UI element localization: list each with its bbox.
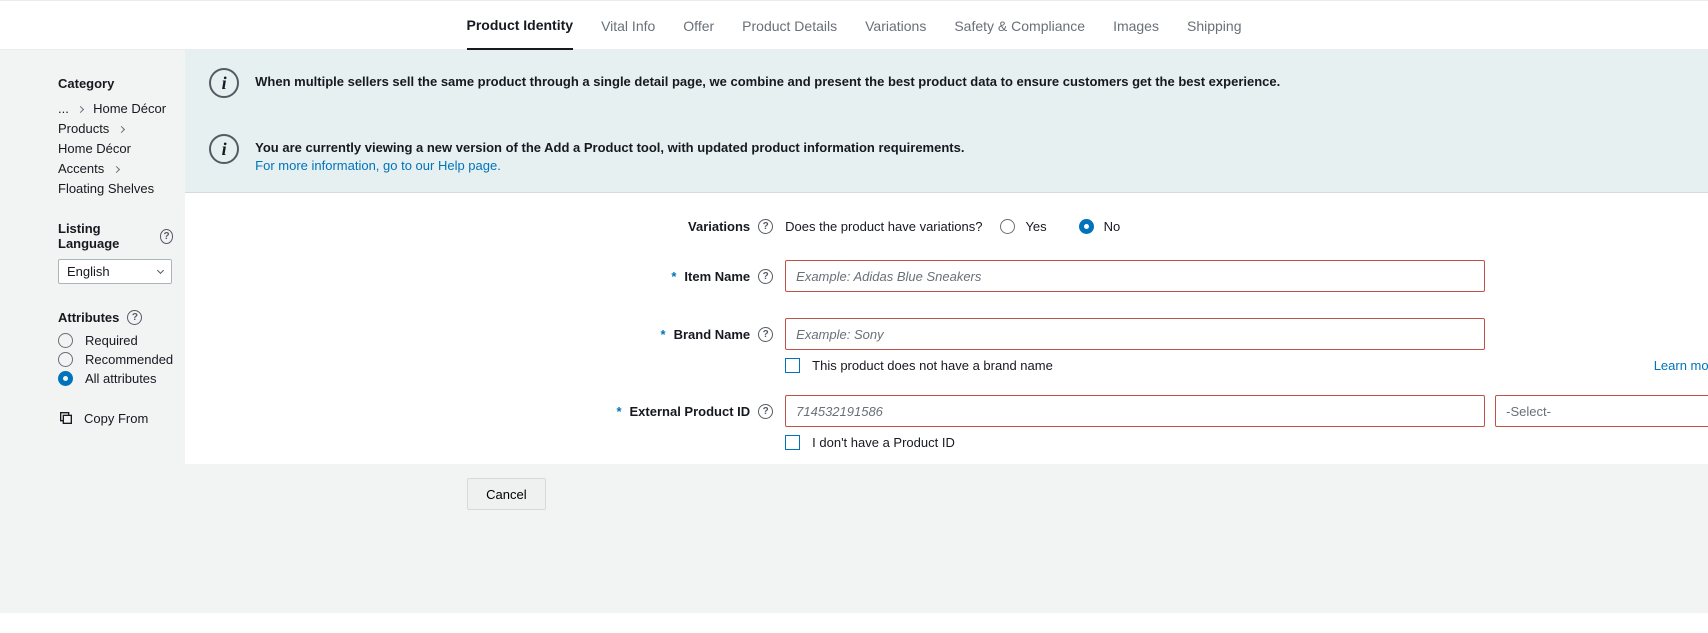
listing-language-label: Listing Language (58, 221, 152, 251)
radio-checked-icon (1079, 219, 1094, 234)
info-icon: i (209, 68, 239, 98)
help-icon[interactable]: ? (127, 310, 142, 325)
radio-icon (58, 333, 73, 348)
brand-name-label: Brand Name (674, 327, 751, 342)
external-product-id-label: External Product ID (630, 404, 751, 419)
item-name-input[interactable] (785, 260, 1485, 292)
attr-opt-all[interactable]: All attributes (58, 371, 173, 386)
category-heading: Category (58, 76, 173, 91)
crumb-ellipsis[interactable]: ... (58, 101, 69, 116)
variations-prompt: Does the product have variations? (785, 219, 982, 234)
variations-no[interactable]: No (1079, 219, 1121, 234)
copy-from-button[interactable]: Copy From (58, 410, 173, 426)
tab-vital-info[interactable]: Vital Info (601, 1, 655, 51)
help-icon[interactable]: ? (758, 219, 773, 234)
tab-offer[interactable]: Offer (683, 1, 714, 51)
radio-checked-icon (58, 371, 73, 386)
crumb-floating-shelves: Floating Shelves (58, 181, 154, 196)
required-star: * (661, 327, 666, 342)
crumb-home-decor-accents[interactable]: Home Décor Accents (58, 141, 131, 176)
attr-opt-label: Recommended (85, 352, 173, 367)
info-icon: i (209, 134, 239, 164)
attr-opt-label: All attributes (85, 371, 157, 386)
info-banner-1-text: When multiple sellers sell the same prod… (255, 68, 1708, 91)
brand-policy-link[interactable]: Learn more about brand name policy (1654, 358, 1708, 373)
listing-language-value: English (67, 264, 110, 279)
breadcrumb: ... Home Décor Products Home Décor Accen… (58, 99, 173, 199)
variations-label: Variations (688, 219, 750, 234)
copy-icon (58, 410, 74, 426)
variations-no-label: No (1104, 219, 1121, 234)
radio-icon (58, 352, 73, 367)
required-star: * (616, 404, 621, 419)
attributes-label: Attributes (58, 310, 119, 325)
external-product-id-input[interactable] (785, 395, 1485, 427)
sidebar: Category ... Home Décor Products Home Dé… (0, 50, 185, 613)
tabs-bar: Product Identity Vital Info Offer Produc… (0, 0, 1708, 50)
tab-product-identity[interactable]: Product Identity (467, 1, 574, 51)
radio-icon (1000, 219, 1015, 234)
footer-bar: Cancel Save as draft Continue (185, 464, 1708, 524)
no-brand-checkbox[interactable] (785, 358, 800, 373)
tab-images[interactable]: Images (1113, 1, 1159, 51)
attr-opt-label: Required (85, 333, 138, 348)
info-banner-2: i You are currently viewing a new versio… (185, 116, 1708, 192)
external-product-id-type-value: -Select- (1506, 404, 1551, 419)
variations-yes-label: Yes (1025, 219, 1046, 234)
main-panel: i When multiple sellers sell the same pr… (185, 50, 1708, 613)
crumb-home-decor-products[interactable]: Home Décor Products (58, 101, 166, 136)
tab-product-details[interactable]: Product Details (742, 1, 837, 51)
tab-safety-compliance[interactable]: Safety & Compliance (954, 1, 1085, 51)
no-brand-label: This product does not have a brand name (812, 358, 1053, 373)
no-product-id-checkbox[interactable] (785, 435, 800, 450)
chevron-down-icon (157, 267, 164, 274)
listing-language-select[interactable]: English (58, 259, 172, 284)
attr-opt-required[interactable]: Required (58, 333, 173, 348)
external-product-id-type-select[interactable]: -Select- (1495, 395, 1708, 427)
help-link[interactable]: For more information, go to our Help pag… (255, 158, 501, 173)
info-banner-2-text: You are currently viewing a new version … (255, 140, 964, 155)
cancel-button[interactable]: Cancel (467, 478, 545, 510)
info-banner-1: i When multiple sellers sell the same pr… (185, 50, 1708, 116)
variations-yes[interactable]: Yes (1000, 219, 1046, 234)
copy-from-label: Copy From (84, 411, 148, 426)
brand-name-input[interactable] (785, 318, 1485, 350)
required-star: * (671, 269, 676, 284)
help-icon[interactable]: ? (758, 404, 773, 419)
chevron-right-icon (113, 166, 120, 173)
help-icon[interactable]: ? (758, 327, 773, 342)
chevron-right-icon (77, 106, 84, 113)
no-product-id-label: I don't have a Product ID (812, 435, 955, 450)
help-icon[interactable]: ? (758, 269, 773, 284)
attr-opt-recommended[interactable]: Recommended (58, 352, 173, 367)
help-icon[interactable]: ? (160, 229, 173, 244)
tab-variations[interactable]: Variations (865, 1, 926, 51)
attributes-radio-group: Required Recommended All attributes (58, 333, 173, 386)
chevron-right-icon (118, 126, 125, 133)
item-name-label: Item Name (684, 269, 750, 284)
tab-shipping[interactable]: Shipping (1187, 1, 1242, 51)
